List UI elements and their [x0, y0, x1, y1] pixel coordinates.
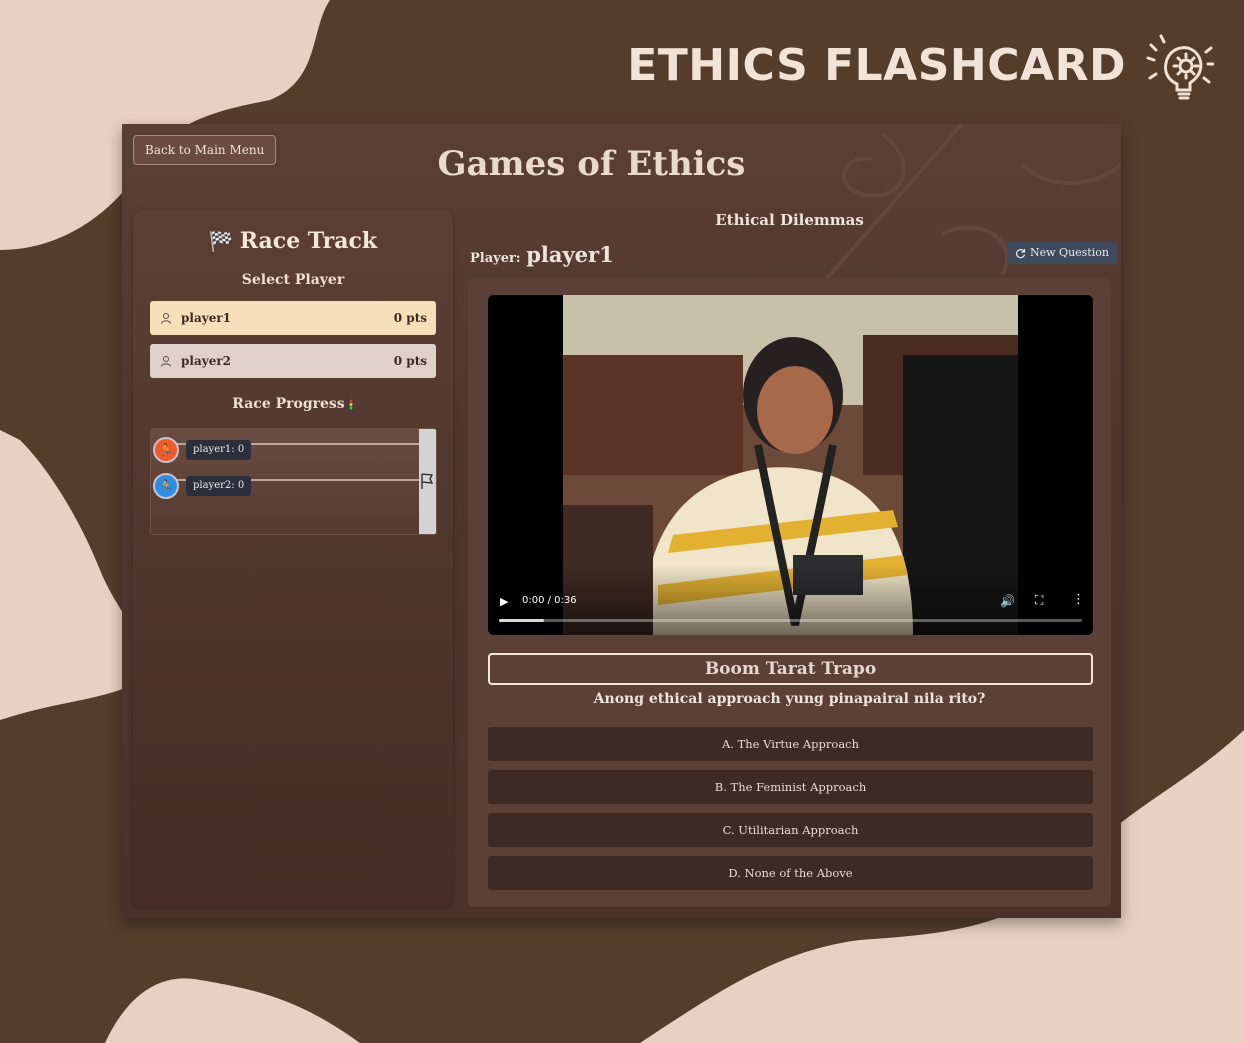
- player-points: 0 pts: [393, 354, 427, 368]
- play-icon[interactable]: ▶: [500, 595, 508, 608]
- more-options-icon[interactable]: ⋮: [1072, 592, 1085, 607]
- player-label: Player:: [470, 251, 521, 266]
- section-title: Ethical Dilemmas: [715, 211, 864, 229]
- player1-runner-icon: 🏃: [153, 437, 179, 463]
- player-name: player2: [181, 354, 232, 368]
- traffic-light-icon: [347, 397, 354, 411]
- race-progress-heading: Race Progress: [133, 396, 453, 412]
- flag-icon: [421, 473, 434, 489]
- race-track-heading: 🏁 Race Track: [133, 228, 453, 254]
- user-icon: [161, 313, 171, 324]
- answer-option-c[interactable]: C. Utilitarian Approach: [488, 813, 1093, 847]
- brand-header: ETHICS FLASHCARD: [627, 30, 1214, 100]
- video-player[interactable]: ▶ 0:00 / 0:36 🔊 ⛶ ⋮: [488, 295, 1093, 635]
- race-track: 🏃 player1: 0 🏃 player2: 0: [150, 428, 437, 535]
- checkered-flag-icon: 🏁: [208, 229, 234, 253]
- lightbulb-gear-icon: [1144, 30, 1214, 100]
- current-player: Player: player1: [470, 242, 614, 267]
- select-player-label: Select Player: [241, 272, 345, 288]
- player2-runner-icon: 🏃: [153, 473, 179, 499]
- fullscreen-icon[interactable]: ⛶: [1035, 593, 1043, 608]
- runner-label: player1: 0: [186, 440, 252, 460]
- finish-line: [419, 429, 436, 534]
- question-text: Anong ethical approach yung pinapairal n…: [593, 691, 986, 707]
- video-buffered: [499, 619, 544, 622]
- new-question-button[interactable]: New Question: [1007, 242, 1117, 264]
- player-select-row[interactable]: player1 0 pts: [150, 301, 436, 335]
- runner-label: player2: 0: [186, 476, 252, 496]
- question-card: ▶ 0:00 / 0:36 🔊 ⛶ ⋮ Boom Tarat Trapo Ano…: [468, 278, 1111, 907]
- current-player-name: player1: [526, 242, 614, 267]
- question-title: Boom Tarat Trapo: [488, 653, 1093, 685]
- race-track-panel: 🏁 Race Track Select Player player1 0 pts …: [133, 210, 453, 907]
- video-progress-bar[interactable]: [499, 619, 1082, 622]
- app-window: Back to Main Menu Games of Ethics 🏁 Race …: [122, 124, 1121, 918]
- race-progress-title: Race Progress: [232, 396, 345, 412]
- user-icon: [161, 356, 171, 367]
- new-question-label: New Question: [1030, 246, 1109, 259]
- player-points: 0 pts: [393, 311, 427, 325]
- refresh-icon: [1016, 248, 1026, 258]
- answer-option-d[interactable]: D. None of the Above: [488, 856, 1093, 890]
- brand-title: ETHICS FLASHCARD: [627, 39, 1126, 91]
- player-name: player1: [181, 311, 232, 325]
- player-select-row[interactable]: player2 0 pts: [150, 344, 436, 378]
- video-time: 0:00 / 0:36: [522, 595, 577, 606]
- volume-icon[interactable]: 🔊: [1000, 594, 1015, 608]
- page-title: Games of Ethics: [437, 144, 746, 184]
- answer-option-b[interactable]: B. The Feminist Approach: [488, 770, 1093, 804]
- answer-option-a[interactable]: A. The Virtue Approach: [488, 727, 1093, 761]
- race-track-title: Race Track: [239, 228, 378, 254]
